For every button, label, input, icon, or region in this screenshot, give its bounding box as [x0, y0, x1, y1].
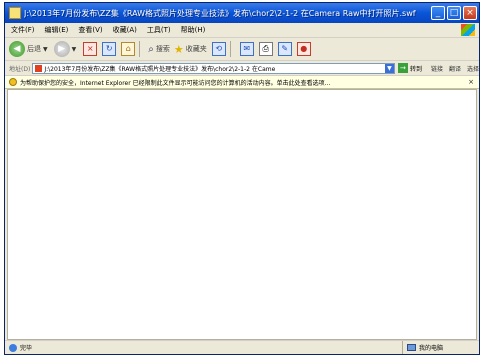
forward-button[interactable]: ▶: [53, 41, 70, 57]
address-input[interactable]: J:\2013年7月份发布\ZZ集《RAW格式照片处理专业技法》发布\chor2…: [44, 64, 385, 73]
search-icon: ⌕: [148, 43, 154, 55]
swf-file-icon: [9, 7, 21, 19]
menu-help[interactable]: 帮助(H): [181, 25, 206, 35]
favorites-button[interactable]: 收藏夹: [186, 44, 207, 54]
zone-text: 我的电脑: [419, 345, 444, 352]
info-bar-close-icon[interactable]: ×: [468, 78, 474, 86]
windows-logo-icon: [461, 24, 475, 36]
address-field[interactable]: J:\2013年7月份发布\ZZ集《RAW格式照片处理专业技法》发布\chor2…: [32, 62, 395, 74]
security-info-bar[interactable]: 为帮助保护您的安全，Internet Explorer 已经限制此文件显示可能访…: [5, 76, 479, 89]
close-button[interactable]: ×: [463, 6, 477, 20]
back-label: 后退: [27, 45, 41, 53]
address-dropdown-icon[interactable]: ▼: [384, 63, 394, 73]
home-button[interactable]: ⌂: [121, 42, 136, 56]
history-button[interactable]: ⟲: [211, 42, 226, 56]
toolbar-separator: [229, 41, 231, 57]
status-bar: 完毕 我的电脑: [5, 340, 479, 354]
back-dropdown-icon[interactable]: ▼: [43, 46, 48, 53]
menu-tools[interactable]: 工具(T): [147, 25, 171, 35]
menu-view[interactable]: 查看(V): [78, 25, 102, 35]
computer-icon: [407, 344, 416, 351]
select-button[interactable]: 选择: [467, 64, 479, 73]
page-content[interactable]: [7, 89, 477, 340]
window-title: J:\2013年7月份发布\ZZ集《RAW格式照片处理专业技法》发布\chor2…: [24, 8, 416, 18]
address-label: 地址(D): [9, 65, 31, 73]
links-label[interactable]: 链接: [431, 64, 443, 73]
mail-button[interactable]: ✉: [239, 42, 254, 56]
edit-button[interactable]: ✎: [277, 42, 292, 56]
menu-bar: 文件(F) 编辑(E) 查看(V) 收藏(A) 工具(T) 帮助(H): [5, 23, 479, 38]
toolbar-separator: [139, 41, 141, 57]
status-text: 完毕: [20, 345, 33, 352]
messenger-button[interactable]: ●: [296, 42, 311, 56]
menu-file[interactable]: 文件(F): [11, 25, 35, 35]
maximize-button[interactable]: □: [447, 6, 461, 20]
menu-favorites[interactable]: 收藏(A): [113, 25, 137, 35]
go-label: 转到: [409, 65, 422, 73]
print-button[interactable]: ⎙: [258, 42, 273, 56]
ie-page-icon: [9, 343, 17, 352]
go-button[interactable]: → 转到: [397, 63, 422, 73]
forward-dropdown-icon[interactable]: ▼: [72, 46, 77, 53]
standard-toolbar: ◀ 后退 ▼ ▶ ▼ × ↻ ⌂ ⌕ 搜索 ★ 收藏夹 ⟲ ✉ ⎙ ✎ ●: [5, 38, 479, 61]
search-button[interactable]: 搜索: [156, 44, 170, 54]
back-button[interactable]: ◀: [9, 41, 25, 57]
shield-warning-icon: [9, 78, 17, 86]
minimize-button[interactable]: _: [431, 6, 445, 20]
go-arrow-icon: →: [397, 63, 408, 73]
title-bar[interactable]: J:\2013年7月份发布\ZZ集《RAW格式照片处理专业技法》发布\chor2…: [5, 3, 479, 23]
translate-button[interactable]: 翻译: [449, 64, 461, 73]
refresh-button[interactable]: ↻: [102, 42, 117, 56]
info-bar-text[interactable]: 为帮助保护您的安全，Internet Explorer 已经限制此文件显示可能访…: [20, 78, 468, 87]
menu-edit[interactable]: 编辑(E): [45, 25, 69, 35]
address-bar: 地址(D) J:\2013年7月份发布\ZZ集《RAW格式照片处理专业技法》发布…: [5, 61, 479, 76]
favorites-star-icon: ★: [173, 42, 184, 56]
stop-button[interactable]: ×: [83, 42, 98, 56]
page-icon: [35, 64, 43, 72]
browser-window: J:\2013年7月份发布\ZZ集《RAW格式照片处理专业技法》发布\chor2…: [4, 2, 480, 355]
